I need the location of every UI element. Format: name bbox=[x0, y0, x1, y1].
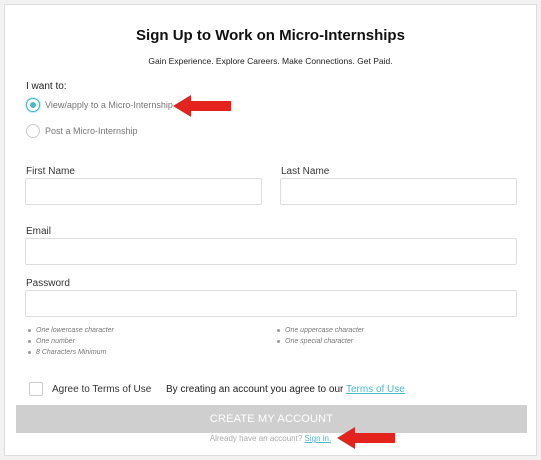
radio-option-view-apply[interactable]: View/apply to a Micro-Internship bbox=[26, 98, 173, 112]
terms-checkbox[interactable] bbox=[29, 382, 43, 396]
first-name-label: First Name bbox=[26, 166, 75, 177]
bullet-icon bbox=[28, 340, 31, 343]
req-lowercase: One lowercase character bbox=[27, 327, 114, 334]
bullet-icon bbox=[28, 329, 31, 332]
req-lowercase-text: One lowercase character bbox=[36, 327, 114, 334]
password-field[interactable] bbox=[25, 290, 517, 317]
last-name-label: Last Name bbox=[281, 166, 330, 177]
last-name-field[interactable] bbox=[280, 178, 517, 205]
signin-prompt-text: Already have an account? bbox=[209, 434, 305, 443]
red-arrow-icon bbox=[173, 95, 231, 117]
signin-link[interactable]: Sign in. bbox=[305, 434, 332, 443]
req-uppercase: One uppercase character bbox=[276, 327, 364, 334]
req-number-text: One number bbox=[36, 338, 75, 345]
bullet-icon bbox=[277, 340, 280, 343]
req-special: One special character bbox=[276, 338, 353, 345]
signin-prompt: Already have an account? Sign in. bbox=[5, 434, 536, 443]
create-account-button[interactable]: CREATE MY ACCOUNT bbox=[16, 405, 527, 433]
radio-view-apply[interactable] bbox=[26, 98, 40, 112]
terms-link[interactable]: Terms of Use bbox=[346, 384, 405, 395]
page-title: Sign Up to Work on Micro-Internships bbox=[136, 27, 405, 44]
signup-card: Sign Up to Work on Micro-Internships Gai… bbox=[4, 4, 537, 456]
terms-checkbox-label: Agree to Terms of Use bbox=[52, 384, 152, 395]
bullet-icon bbox=[28, 351, 31, 354]
terms-consent: By creating an account you agree to our … bbox=[166, 384, 405, 395]
bullet-icon bbox=[277, 329, 280, 332]
req-special-text: One special character bbox=[285, 338, 354, 345]
first-name-field[interactable] bbox=[25, 178, 262, 205]
intent-label: I want to: bbox=[26, 81, 67, 92]
req-min-length: 8 Characters Minimum bbox=[27, 349, 106, 356]
radio-label-view-apply: View/apply to a Micro-Internship bbox=[45, 100, 173, 110]
password-label: Password bbox=[26, 278, 70, 289]
email-field[interactable] bbox=[25, 238, 517, 265]
radio-post[interactable] bbox=[26, 124, 40, 138]
radio-option-post[interactable]: Post a Micro-Internship bbox=[26, 124, 138, 138]
radio-label-post: Post a Micro-Internship bbox=[45, 126, 138, 136]
page-subtitle: Gain Experience. Explore Careers. Make C… bbox=[148, 56, 393, 66]
req-uppercase-text: One uppercase character bbox=[285, 327, 364, 334]
terms-consent-text: By creating an account you agree to our bbox=[166, 384, 346, 395]
req-number: One number bbox=[27, 338, 75, 345]
email-label: Email bbox=[26, 226, 52, 237]
red-arrow-icon bbox=[337, 427, 395, 449]
req-min-length-text: 8 Characters Minimum bbox=[36, 349, 107, 356]
